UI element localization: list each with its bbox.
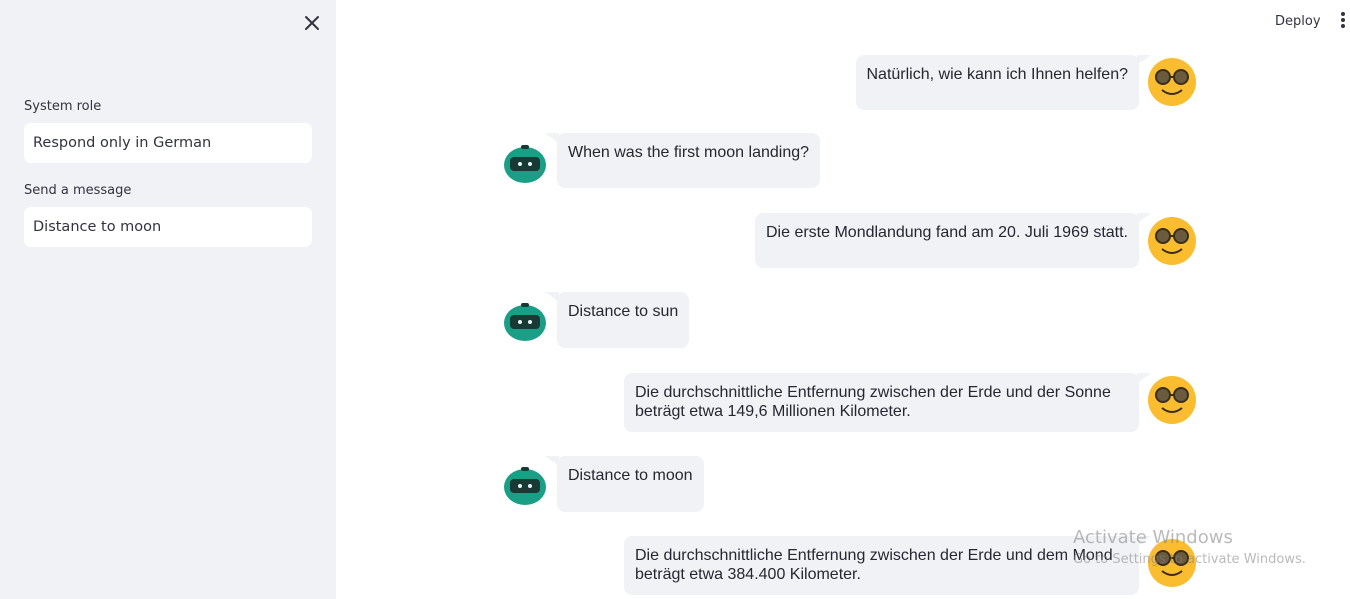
assistant-message: Die durchschnittliche Entfernung zwische… bbox=[624, 536, 1151, 595]
nerd-face-icon bbox=[1148, 376, 1196, 424]
deploy-button[interactable]: Deploy bbox=[1275, 14, 1321, 29]
main-menu-button[interactable] bbox=[1338, 12, 1348, 30]
message-text: Die durchschnittliche Entfernung zwische… bbox=[635, 384, 1111, 420]
message-text: Distance to sun bbox=[568, 303, 679, 320]
user-message: When was the first moon landing? bbox=[544, 133, 821, 188]
message-text: Distance to moon bbox=[568, 467, 693, 484]
more-vertical-icon bbox=[1338, 12, 1348, 28]
message-text: Natürlich, wie kann ich Ihnen helfen? bbox=[866, 66, 1129, 83]
robot-icon bbox=[504, 145, 546, 183]
message-text: Die erste Mondlandung fand am 20. Juli 1… bbox=[766, 224, 1128, 241]
activate-windows-subtitle: Go to Settings to activate Windows. bbox=[1073, 552, 1306, 567]
nerd-face-icon bbox=[1148, 58, 1196, 106]
activate-windows-title: Activate Windows bbox=[1073, 527, 1233, 548]
message-text: When was the first moon landing? bbox=[568, 144, 810, 161]
system-role-input[interactable]: Respond only in German bbox=[24, 123, 312, 163]
assistant-message: Natürlich, wie kann ich Ihnen helfen? bbox=[855, 55, 1151, 110]
close-sidebar-button[interactable] bbox=[302, 13, 322, 33]
sidebar: System role Respond only in German Send … bbox=[0, 0, 336, 599]
robot-icon bbox=[504, 467, 546, 505]
send-message-label: Send a message bbox=[24, 183, 132, 198]
robot-icon bbox=[504, 303, 546, 341]
send-message-input[interactable]: Distance to moon bbox=[24, 207, 312, 247]
assistant-message: Die durchschnittliche Entfernung zwische… bbox=[624, 373, 1151, 432]
nerd-face-icon bbox=[1148, 217, 1196, 265]
user-message: Distance to moon bbox=[545, 456, 704, 512]
system-role-label: System role bbox=[24, 99, 102, 114]
assistant-message: Die erste Mondlandung fand am 20. Juli 1… bbox=[755, 213, 1151, 268]
close-icon bbox=[305, 16, 319, 30]
user-message: Distance to sun bbox=[544, 292, 690, 348]
message-text: Die durchschnittliche Entfernung zwische… bbox=[635, 547, 1113, 583]
